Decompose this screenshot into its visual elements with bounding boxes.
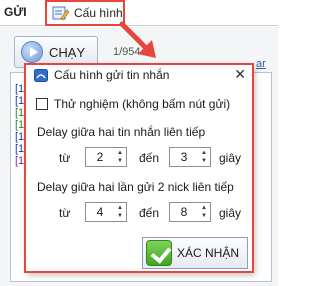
delay-nicks-from-value: 4 — [96, 205, 104, 219]
log-line: [1 — [15, 143, 25, 155]
delay-nicks-to-label: đến — [139, 206, 160, 220]
tab-config[interactable]: Cấu hình — [45, 0, 125, 26]
delay-messages-from-stepper[interactable]: 2 ▲ ▼ — [85, 147, 127, 167]
confirm-button-label: XÁC NHẬN — [177, 246, 240, 260]
test-mode-row[interactable]: Thử nghiệm (không bấm nút gửi) — [36, 97, 230, 111]
log-line: [1 — [15, 95, 25, 107]
test-mode-checkbox[interactable] — [36, 98, 48, 110]
delay-nicks-from-stepper[interactable]: 4 ▲ ▼ — [85, 202, 127, 222]
delay-nicks-to-value: 8 — [180, 205, 188, 219]
spin-arrows-icon[interactable]: ▲ ▼ — [114, 148, 126, 166]
delay-messages-from-label: từ — [59, 151, 71, 165]
delay-messages-to-label: đến — [139, 151, 160, 165]
delay-messages-unit: giây — [219, 151, 242, 165]
log-line: [1 — [15, 131, 25, 143]
app-logo-icon — [34, 68, 48, 82]
delay-messages-to-value: 3 — [180, 150, 188, 164]
tab-gui[interactable]: GỬI — [4, 5, 27, 19]
close-icon[interactable]: ✕ — [234, 67, 246, 81]
delay-nicks-unit: giây — [219, 206, 242, 220]
dialog-titlebar: Cấu hình gửi tin nhắn ✕ — [26, 65, 252, 85]
delay-messages-to-stepper[interactable]: 3 ▲ ▼ — [169, 147, 211, 167]
config-edit-icon — [52, 5, 70, 21]
tab-config-label: Cấu hình — [74, 6, 123, 20]
log-line: [1 — [15, 155, 25, 167]
delay-nicks-label: Delay giữa hai lần gửi 2 nick liên tiếp — [37, 180, 234, 194]
test-mode-label: Thử nghiệm (không bấm nút gửi) — [54, 97, 231, 111]
spin-arrows-icon[interactable]: ▲ ▼ — [198, 203, 210, 221]
spin-arrows-icon[interactable]: ▲ ▼ — [198, 148, 210, 166]
log-line: [1 — [15, 119, 25, 131]
delay-nicks-to-stepper[interactable]: 8 ▲ ▼ — [169, 202, 211, 222]
delay-messages-label: Delay giữa hai tin nhắn liên tiếp — [37, 125, 206, 139]
checkmark-icon — [146, 240, 172, 266]
pointer-arrow-icon — [119, 21, 156, 58]
play-icon — [21, 41, 43, 63]
log-line: [1 — [15, 107, 25, 119]
confirm-button[interactable]: XÁC NHẬN — [142, 237, 248, 269]
delay-messages-from-value: 2 — [96, 150, 104, 164]
partial-link[interactable]: ar — [256, 58, 266, 70]
run-button-label: CHẠY — [49, 44, 86, 60]
spin-arrows-icon[interactable]: ▲ ▼ — [114, 203, 126, 221]
dialog-title: Cấu hình gửi tin nhắn — [54, 68, 170, 82]
log-line: [1 — [15, 83, 25, 95]
config-dialog: Cấu hình gửi tin nhắn ✕ Thử nghiệm (khôn… — [25, 64, 253, 272]
app-window: GỬI Cấu hình CHẠY 1/954 ar [1 [1 [1 [1 [… — [0, 0, 278, 286]
delay-nicks-from-label: từ — [59, 206, 71, 220]
